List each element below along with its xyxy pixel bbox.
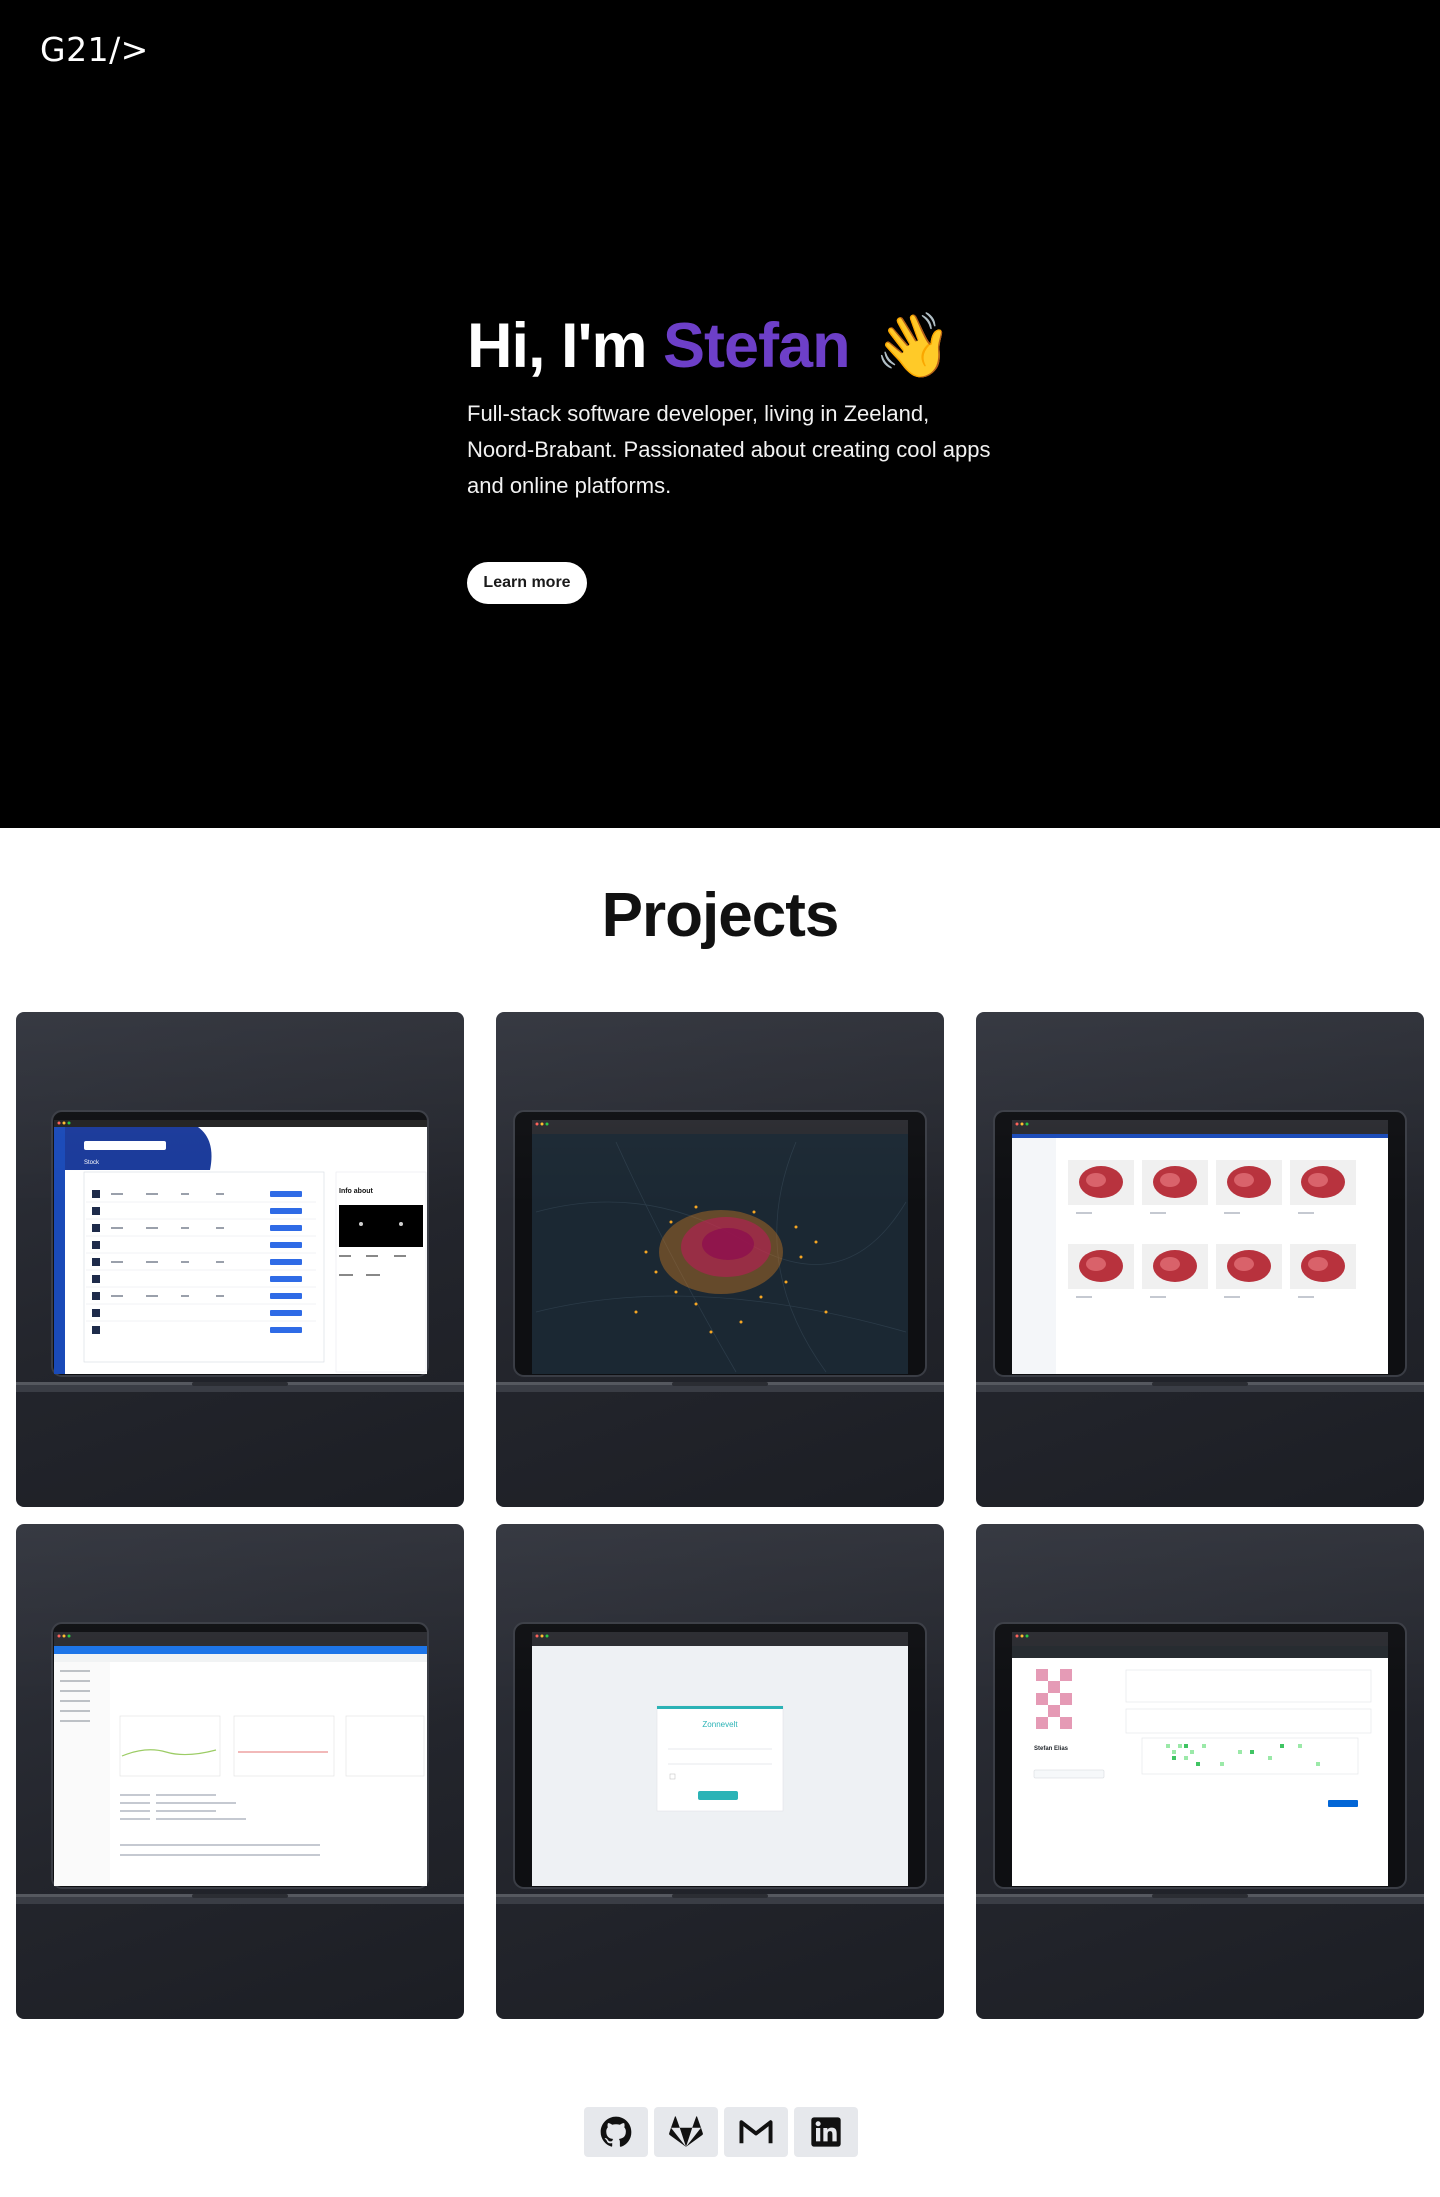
laptop-mockup	[976, 1110, 1424, 1392]
gitlab-icon	[669, 2116, 703, 2147]
screen-title-stock: Stock	[84, 1160, 100, 1166]
screen-brand-zonnevelt: Zonnevelt	[702, 1720, 738, 1729]
screen-product-grid	[1012, 1120, 1388, 1374]
hero-greeting: Hi, I'm	[467, 311, 648, 381]
gitlab-link[interactable]	[654, 2107, 718, 2157]
project-card-github-profile[interactable]: Stefan Elias	[976, 1524, 1424, 2019]
screen-admin-console	[54, 1632, 427, 1886]
social-links	[584, 2107, 858, 2157]
hero-section: G21/> Hi, I'm Stefan 👋 Full-stack softwa…	[0, 0, 1440, 828]
screen-title-info: Info about	[339, 1188, 373, 1195]
project-card-product-grid[interactable]	[976, 1012, 1424, 1507]
screen-username: Stefan Elias	[1034, 1746, 1069, 1752]
hero-title: Hi, I'm Stefan 👋	[467, 306, 1007, 386]
gmail-icon	[739, 2120, 773, 2144]
laptop-mockup	[16, 1622, 464, 1904]
project-card-login-page[interactable]: Zonnevelt	[496, 1524, 944, 2019]
laptop-mockup: Stefan Elias	[976, 1622, 1424, 1904]
hero-description: Full-stack software developer, living in…	[467, 401, 991, 498]
gmail-link[interactable]	[724, 2107, 788, 2157]
screen-login-page: Zonnevelt	[532, 1632, 908, 1886]
hero-name: Stefan	[663, 311, 851, 381]
github-icon	[600, 2116, 632, 2147]
screen-github-profile: Stefan Elias	[1012, 1632, 1388, 1886]
learn-more-button[interactable]: Learn more	[467, 562, 587, 604]
project-card-stock-dashboard[interactable]: Stock Info about	[16, 1012, 464, 1507]
laptop-mockup: Zonnevelt	[496, 1622, 944, 1904]
site-logo[interactable]: G21/>	[40, 30, 149, 69]
linkedin-link[interactable]	[794, 2107, 858, 2157]
hero-content: Hi, I'm Stefan 👋 Full-stack software dev…	[467, 306, 1007, 504]
laptop-mockup: Stock Info about	[16, 1110, 464, 1392]
github-link[interactable]	[584, 2107, 648, 2157]
project-card-admin-console[interactable]	[16, 1524, 464, 2019]
screen-heatmap-city	[532, 1120, 908, 1374]
project-card-heatmap[interactable]	[496, 1012, 944, 1507]
projects-title: Projects	[601, 881, 840, 950]
laptop-mockup	[496, 1110, 944, 1392]
linkedin-icon	[811, 2117, 841, 2147]
screen-stock-dashboard: Stock Info about	[54, 1120, 427, 1374]
wave-icon: 👋	[874, 311, 952, 381]
